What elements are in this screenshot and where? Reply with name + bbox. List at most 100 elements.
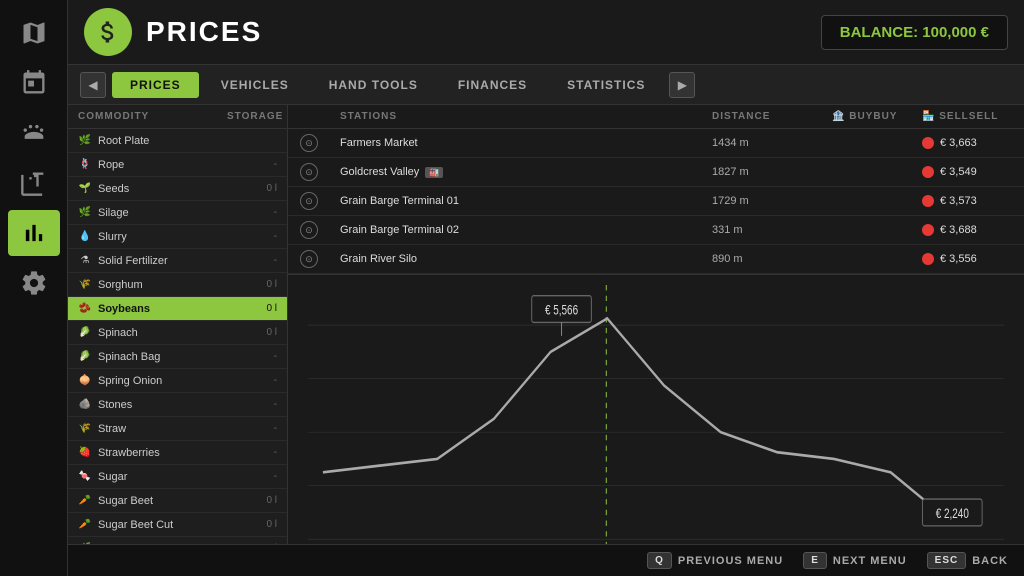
commodity-row[interactable]: 🍓 Strawberries - — [68, 441, 287, 465]
col-sell: 🏪 SELLSELL — [922, 111, 1012, 122]
commodity-row[interactable]: 🪢 Rope - — [68, 153, 287, 177]
tab-statistics[interactable]: STATISTICS — [549, 72, 663, 98]
commodity-name: 🌾 Straw — [78, 422, 237, 436]
sidebar — [0, 0, 68, 576]
station-icon: ⊙ — [300, 134, 318, 152]
station-row[interactable]: ⊙ Goldcrest Valley 🏭 1827 m € 3,549 — [288, 158, 1024, 187]
commodity-row[interactable]: 🧅 Spring Onion - — [68, 369, 287, 393]
action-back[interactable]: ESC BACK — [927, 552, 1008, 569]
station-distance: 1434 m — [712, 137, 832, 149]
prices-icon — [84, 8, 132, 56]
commodity-row[interactable]: 🌾 Straw - — [68, 417, 287, 441]
commodity-name: 💧 Slurry — [78, 230, 237, 244]
station-row[interactable]: ⊙ Grain Barge Terminal 02 331 m € 3,688 — [288, 216, 1024, 245]
commodity-row[interactable]: 🥕 Sugar Beet Cut 0 l — [68, 513, 287, 537]
station-row[interactable]: ⊙ Grain Barge Terminal 01 1729 m € 3,573 — [288, 187, 1024, 216]
header-left: PRICES — [84, 8, 262, 56]
commodity-storage: 0 l — [237, 495, 277, 506]
sell-indicator — [922, 166, 934, 178]
station-name: Farmers Market — [340, 137, 712, 149]
bottom-bar: Q PREVIOUS MENU E NEXT MENU ESC BACK — [68, 544, 1024, 576]
commodity-storage: - — [237, 471, 277, 482]
content-area: COMMODITY STORAGE 🌿 Root Plate 🪢 Rope - … — [68, 105, 1024, 576]
label-next-menu: NEXT MENU — [833, 555, 907, 567]
commodity-name: 🍓 Strawberries — [78, 446, 237, 460]
commodity-row[interactable]: 🍬 Sugar - — [68, 465, 287, 489]
commodity-row[interactable]: 💧 Slurry - — [68, 225, 287, 249]
commodity-row[interactable]: 🪨 Stones - — [68, 393, 287, 417]
commodity-icon: 🌿 — [78, 206, 92, 220]
commodity-storage: - — [237, 375, 277, 386]
commodity-row[interactable]: 🌿 Silage - — [68, 201, 287, 225]
commodity-row[interactable]: 🥬 Spinach Bag - — [68, 345, 287, 369]
header: PRICES BALANCE: 100,000 € — [68, 0, 1024, 65]
tab-finances[interactable]: FINANCES — [440, 72, 545, 98]
commodity-name: 🌾 Sorghum — [78, 278, 237, 292]
sidebar-item-animals[interactable] — [8, 110, 60, 156]
commodity-storage: - — [237, 207, 277, 218]
commodity-name: 🥬 Spinach Bag — [78, 350, 237, 364]
commodity-row[interactable]: 🌿 Root Plate — [68, 129, 287, 153]
commodity-icon: 🌾 — [78, 278, 92, 292]
sell-indicator — [922, 137, 934, 149]
station-row[interactable]: ⊙ Grain River Silo 890 m € 3,556 — [288, 245, 1024, 274]
station-distance: 1729 m — [712, 195, 832, 207]
key-e[interactable]: E — [803, 552, 827, 569]
commodity-row[interactable]: 🥕 Sugar Beet 0 l — [68, 489, 287, 513]
sidebar-item-calendar[interactable] — [8, 60, 60, 106]
commodity-storage: 0 l — [237, 279, 277, 290]
station-icon: ⊙ — [300, 192, 318, 210]
sidebar-item-statistics[interactable] — [8, 210, 60, 256]
station-row[interactable]: ⊙ Farmers Market 1434 m € 3,663 — [288, 129, 1024, 158]
commodity-icon: 🪢 — [78, 158, 92, 172]
commodity-icon: ⚗ — [78, 254, 92, 268]
tab-hand-tools[interactable]: HAND TOOLS — [311, 72, 436, 98]
commodity-storage: - — [237, 447, 277, 458]
tab-vehicles[interactable]: VEHICLES — [203, 72, 307, 98]
sidebar-item-settings[interactable] — [8, 260, 60, 306]
commodity-name: 🧅 Spring Onion — [78, 374, 237, 388]
commodity-row[interactable]: 🌾 Sorghum 0 l — [68, 273, 287, 297]
label-previous-menu: PREVIOUS MENU — [678, 555, 783, 567]
commodity-name: 🌿 Root Plate — [78, 134, 237, 148]
station-icon: ⊙ — [300, 221, 318, 239]
sell-indicator — [922, 253, 934, 265]
col-distance: DISTANCE — [712, 111, 832, 122]
key-esc[interactable]: ESC — [927, 552, 967, 569]
commodity-row[interactable]: 🫘 Soybeans 0 l — [68, 297, 287, 321]
page-title: PRICES — [146, 16, 262, 48]
sidebar-item-map[interactable] — [8, 10, 60, 56]
commodity-row[interactable]: 🥬 Spinach 0 l — [68, 321, 287, 345]
commodity-name: 🥕 Sugar Beet Cut — [78, 518, 237, 532]
commodity-name: 🍬 Sugar — [78, 470, 237, 484]
station-name: Goldcrest Valley 🏭 — [340, 166, 712, 178]
commodity-storage: 0 l — [237, 183, 277, 194]
action-previous-menu[interactable]: Q PREVIOUS MENU — [647, 552, 783, 569]
commodity-icon: 🥕 — [78, 494, 92, 508]
commodity-row[interactable]: ⚗ Solid Fertilizer - — [68, 249, 287, 273]
sidebar-item-equipment[interactable] — [8, 160, 60, 206]
commodity-name: 🪨 Stones — [78, 398, 237, 412]
commodity-name: 🫘 Soybeans — [78, 302, 237, 316]
tabs-bar: ◀ PRICES VEHICLES HAND TOOLS FINANCES ST… — [68, 65, 1024, 105]
tab-arrow-left[interactable]: ◀ — [80, 72, 106, 98]
tab-prices[interactable]: PRICES — [112, 72, 199, 98]
action-next-menu[interactable]: E NEXT MENU — [803, 552, 906, 569]
stations-header: STATIONS DISTANCE 🏦 BUYBUY 🏪 SELLSELL — [288, 105, 1024, 129]
balance-display: BALANCE: 100,000 € — [821, 15, 1008, 50]
commodity-icon: 🍓 — [78, 446, 92, 460]
commodity-icon: 🌿 — [78, 134, 92, 148]
commodity-name: 🌿 Silage — [78, 206, 237, 220]
commodity-row[interactable]: 🌱 Seeds 0 l — [68, 177, 287, 201]
chart-area: MAR APR MAY JUN JUL AUG SEP OCT NOV DEC … — [288, 275, 1024, 576]
key-q[interactable]: Q — [647, 552, 672, 569]
commodity-icon: 🫘 — [78, 302, 92, 316]
station-name: Grain River Silo — [340, 253, 712, 265]
tab-arrow-right[interactable]: ▶ — [669, 72, 695, 98]
svg-text:€ 5,566: € 5,566 — [545, 303, 578, 318]
station-distance: 1827 m — [712, 166, 832, 178]
commodity-storage: - — [237, 351, 277, 362]
col-buy: 🏦 BUYBUY — [832, 111, 922, 122]
commodity-list: COMMODITY STORAGE 🌿 Root Plate 🪢 Rope - … — [68, 105, 288, 576]
balance-value: 100,000 € — [922, 24, 989, 41]
